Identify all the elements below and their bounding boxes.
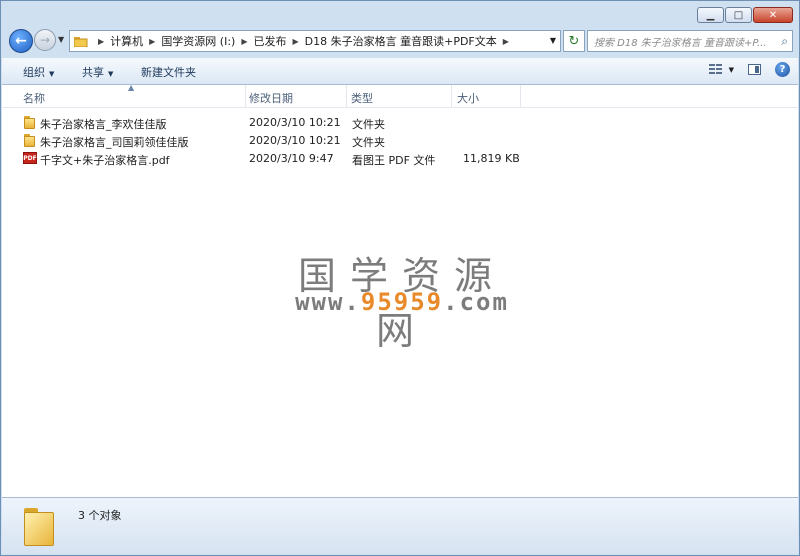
watermark-url-highlight: 95959 — [360, 288, 444, 316]
file-name: 朱子治家格言_李欢佳佳版 — [40, 118, 167, 131]
watermark-url-suffix: .com — [443, 288, 509, 316]
chevron-right-icon[interactable]: ▶ — [241, 37, 247, 46]
column-divider[interactable] — [451, 85, 452, 107]
file-type: 文件夹 — [352, 136, 385, 149]
folder-icon — [24, 508, 56, 546]
maximize-button[interactable]: □ — [725, 7, 752, 23]
folder-icon — [74, 36, 88, 47]
chevron-right-icon[interactable]: ▶ — [293, 37, 299, 46]
search-icon[interactable]: ⌕ — [781, 34, 788, 49]
file-list-pane[interactable]: ▲ 名称 修改日期 类型 大小 朱子治家格言_李欢佳佳版 2020/3/10 1… — [2, 83, 798, 497]
item-count: 3 个对象 — [78, 509, 122, 522]
share-button[interactable]: 共享 ▼ — [82, 64, 113, 80]
file-size: 11,819 KB — [463, 152, 520, 165]
explorer-window: ▁ □ ✕ ← → ▼ ▶ 计算机 ▶ 国学资源网 (I:) ▶ 已发布 ▶ D… — [0, 0, 800, 556]
window-controls: ▁ □ ✕ — [697, 7, 793, 23]
file-row[interactable]: PDF 千字文+朱子治家格言.pdf 2020/3/10 9:47 看图王 PD… — [22, 150, 798, 168]
file-type: 看图王 PDF 文件 — [352, 154, 436, 167]
column-name[interactable]: 名称 — [23, 90, 45, 106]
column-divider[interactable] — [346, 85, 347, 107]
column-modified[interactable]: 修改日期 — [249, 90, 293, 106]
chevron-right-icon[interactable]: ▶ — [503, 37, 509, 46]
details-pane: 3 个对象 — [2, 497, 798, 554]
column-type[interactable]: 类型 — [351, 90, 373, 106]
address-dropdown-icon[interactable]: ▼ — [550, 36, 556, 45]
file-type: 文件夹 — [352, 118, 385, 131]
breadcrumb-item[interactable]: D18 朱子治家格言 童音跟读+PDF文本 — [305, 33, 497, 49]
refresh-button[interactable]: ↻ — [563, 30, 585, 52]
folder-icon — [24, 134, 36, 147]
preview-pane-icon[interactable] — [748, 64, 761, 75]
file-modified: 2020/3/10 10:21 — [249, 116, 341, 129]
toolbar-right: ▼ ? — [708, 62, 790, 77]
column-divider[interactable] — [520, 85, 521, 107]
help-icon[interactable]: ? — [775, 62, 790, 77]
file-name: 千字文+朱子治家格言.pdf — [40, 154, 170, 167]
recent-pages-dropdown[interactable]: ▼ — [58, 35, 64, 44]
new-folder-button[interactable]: 新建文件夹 — [141, 64, 196, 80]
back-button[interactable]: ← — [9, 29, 33, 53]
file-row[interactable]: 朱子治家格言_司国莉领佳佳版 2020/3/10 10:21 文件夹 — [22, 132, 798, 150]
minimize-button[interactable]: ▁ — [697, 7, 724, 23]
file-modified: 2020/3/10 10:21 — [249, 134, 341, 147]
folder-icon — [24, 116, 36, 129]
file-row[interactable]: 朱子治家格言_李欢佳佳版 2020/3/10 10:21 文件夹 — [22, 114, 798, 132]
organize-button[interactable]: 组织 ▼ — [23, 64, 54, 80]
watermark-url: www.95959.com — [276, 288, 528, 316]
navigation-bar: ← → ▼ ▶ 计算机 ▶ 国学资源网 (I:) ▶ 已发布 ▶ D18 朱子治… — [9, 28, 793, 54]
command-bar: 组织 ▼ 共享 ▼ 新建文件夹 ▼ ? — [2, 58, 798, 85]
view-options-button[interactable]: ▼ — [708, 63, 734, 76]
column-header-row: ▲ 名称 修改日期 类型 大小 — [2, 83, 798, 108]
breadcrumb-item[interactable]: 计算机 — [110, 33, 143, 49]
file-name: 朱子治家格言_司国莉领佳佳版 — [40, 136, 189, 149]
column-divider[interactable] — [245, 85, 246, 107]
view-list-icon — [708, 63, 723, 76]
address-bar[interactable]: ▶ 计算机 ▶ 国学资源网 (I:) ▶ 已发布 ▶ D18 朱子治家格言 童音… — [69, 30, 561, 52]
file-modified: 2020/3/10 9:47 — [249, 152, 334, 165]
forward-button[interactable]: → — [34, 29, 56, 51]
close-button[interactable]: ✕ — [753, 7, 793, 23]
chevron-down-icon: ▼ — [728, 65, 734, 74]
chevron-right-icon[interactable]: ▶ — [98, 37, 104, 46]
search-input[interactable]: 搜索 D18 朱子治家格言 童音跟读+P... ⌕ — [587, 30, 793, 52]
pdf-icon: PDF — [23, 152, 37, 164]
breadcrumb: ▶ 计算机 ▶ 国学资源网 (I:) ▶ 已发布 ▶ D18 朱子治家格言 童音… — [92, 33, 515, 49]
chevron-down-icon: ▼ — [49, 70, 55, 78]
sort-ascending-icon: ▲ — [128, 83, 135, 92]
search-placeholder: 搜索 D18 朱子治家格言 童音跟读+P... — [594, 37, 767, 49]
chevron-right-icon[interactable]: ▶ — [149, 37, 155, 46]
watermark-url-prefix: www. — [295, 288, 361, 316]
breadcrumb-item[interactable]: 已发布 — [254, 33, 287, 49]
share-label: 共享 — [82, 66, 104, 79]
organize-label: 组织 — [23, 66, 45, 79]
breadcrumb-item[interactable]: 国学资源网 (I:) — [161, 33, 235, 49]
column-size[interactable]: 大小 — [457, 90, 479, 106]
chevron-down-icon: ▼ — [108, 70, 114, 78]
